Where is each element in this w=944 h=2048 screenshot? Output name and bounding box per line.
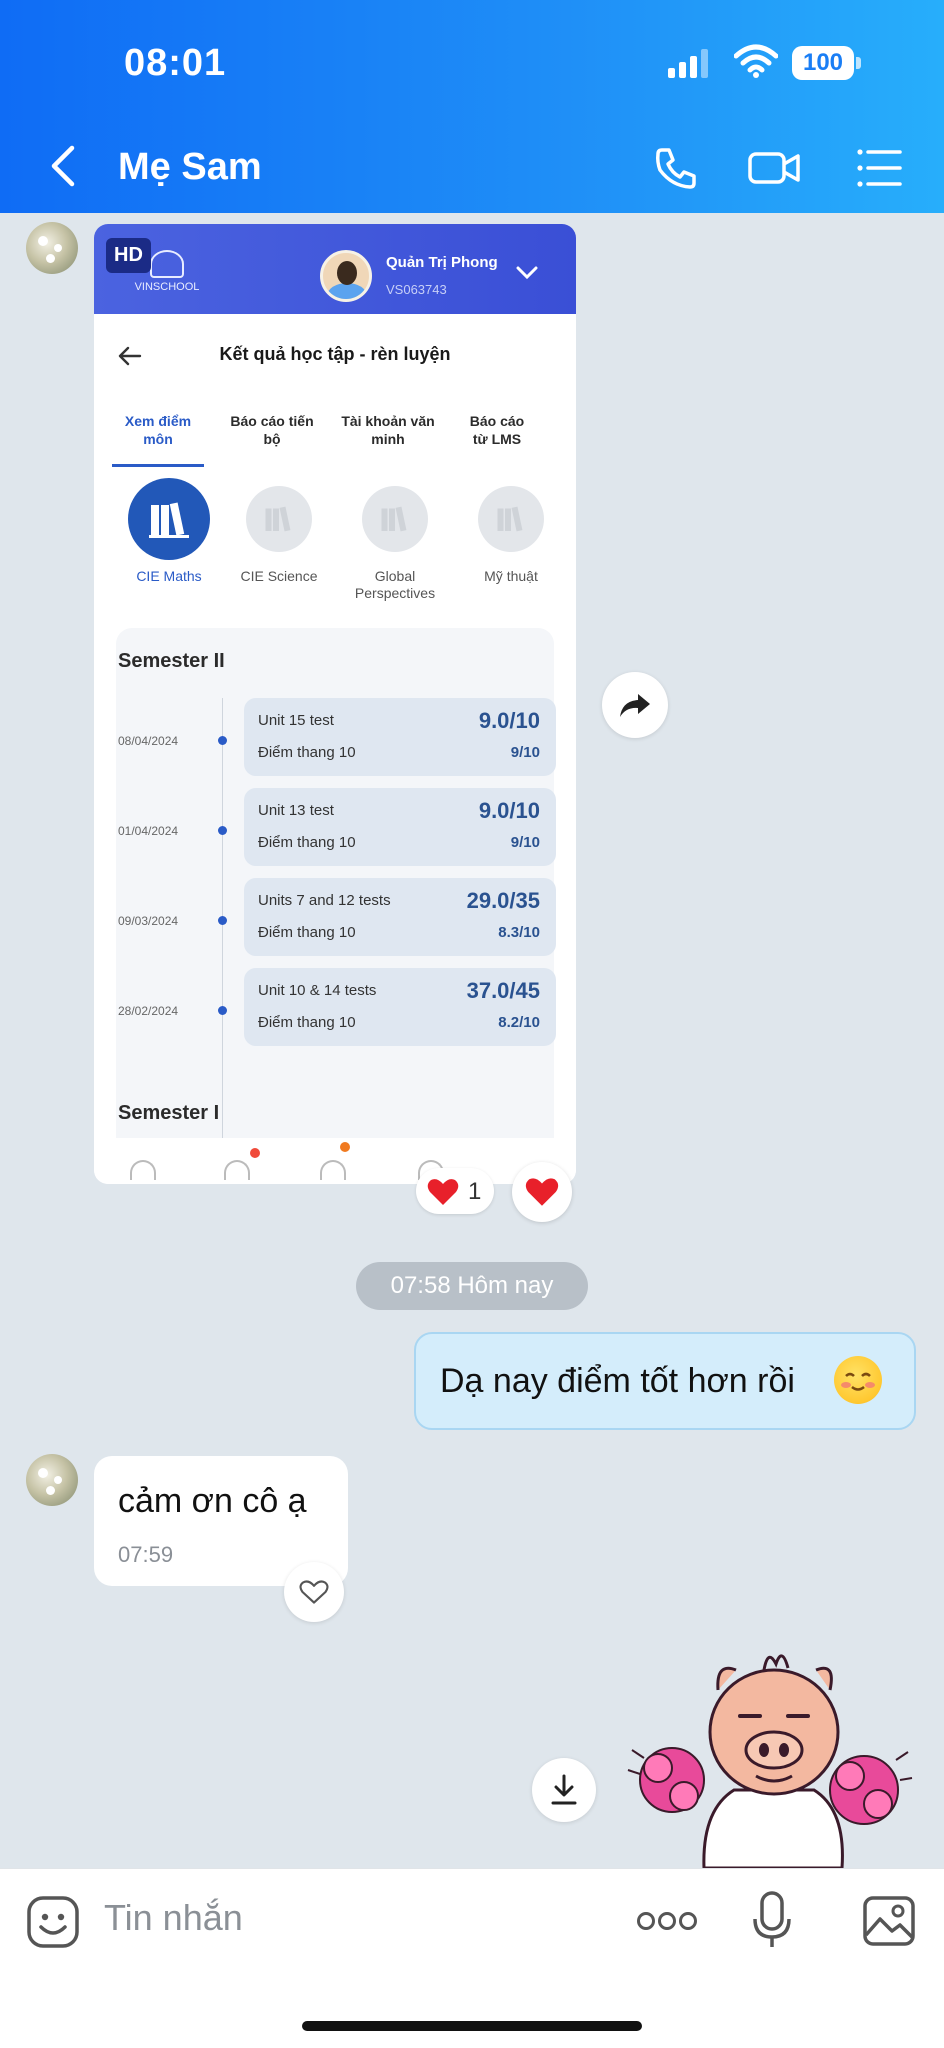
books-icon [362, 486, 428, 552]
student-name: Quản Trị Phong [386, 254, 498, 271]
chevron-down-icon [516, 266, 538, 280]
tab-xem-diem-mon: Xem điểm môn [124, 413, 192, 447]
semester-2-heading: Semester II [118, 650, 225, 672]
result-card: Unit 15 test 9.0/10 Điểm thang 10 9/10 [244, 698, 556, 776]
image-gallery-icon[interactable] [862, 1895, 916, 1947]
status-time: 08:01 [124, 42, 227, 84]
back-icon[interactable] [44, 140, 84, 192]
chat-icon [320, 1160, 346, 1180]
pig-cheerleader-sticker[interactable] [624, 1640, 914, 1868]
subject-global-perspectives: Global Perspectives [340, 486, 450, 602]
result-card: Units 7 and 12 tests 29.0/35 Điểm thang … [244, 878, 556, 956]
tab-bao-cao-tien-bo: Báo cáo tiến bộ [230, 413, 314, 447]
more-icon[interactable] [636, 1909, 698, 1933]
message-time: 07:59 [118, 1542, 174, 1567]
result-date: 09/03/2024 [118, 914, 179, 928]
result-card: Unit 13 test 9.0/10 Điểm thang 10 9/10 [244, 788, 556, 866]
sticker-smile-icon[interactable] [26, 1895, 80, 1949]
contact-avatar[interactable] [26, 222, 78, 274]
wifi-icon [734, 44, 778, 78]
message-composer: Tin nhắn [0, 1868, 944, 2048]
heart-icon [427, 1179, 459, 1205]
heart-icon [525, 1178, 559, 1206]
image-message[interactable]: VINSCHOOL HD Quản Trị Phong VS063743 Kết… [94, 224, 576, 1184]
semester-1-heading: Semester I [118, 1102, 220, 1124]
result-date: 08/04/2024 [118, 734, 179, 748]
hd-badge: HD [106, 238, 151, 273]
books-icon [246, 486, 312, 552]
download-icon [551, 1774, 577, 1805]
time-divider: 07:58 Hôm nay [356, 1262, 588, 1310]
screenshot-bottom-nav [94, 1138, 576, 1184]
chat-title[interactable]: Mẹ Sam [118, 146, 262, 189]
books-icon [478, 486, 544, 552]
screenshot-tabs: Xem điểm môn Báo cáo tiến bộ Tài khoản v… [94, 412, 576, 466]
microphone-icon[interactable] [752, 1891, 792, 1951]
calendar-icon [224, 1160, 250, 1180]
video-icon[interactable] [746, 140, 802, 196]
download-button[interactable] [532, 1758, 596, 1822]
signal-icon [668, 49, 708, 78]
share-forward-icon [620, 694, 650, 717]
books-icon [128, 478, 210, 560]
chat-header: 08:01 100 Mẹ Sam [0, 0, 944, 213]
incoming-message-text: cảm ơn cô ạ [118, 1482, 307, 1520]
phone-icon[interactable] [648, 140, 704, 196]
home-icon [130, 1160, 156, 1180]
reaction-summary[interactable]: 1 [416, 1168, 494, 1214]
message-input[interactable]: Tin nhắn [104, 1897, 243, 1939]
result-date: 01/04/2024 [118, 824, 179, 838]
subject-my-thuat: Mỹ thuật [456, 486, 566, 585]
outgoing-message-text: Dạ nay điểm tốt hơn rồi [440, 1362, 795, 1400]
screenshot-header: VINSCHOOL HD Quản Trị Phong VS063743 [94, 224, 576, 314]
share-forward-button[interactable] [602, 672, 668, 738]
timeline-dot [218, 736, 227, 745]
timeline-line [222, 698, 223, 1184]
contact-avatar[interactable] [26, 1454, 78, 1506]
battery-level: 100 [792, 46, 854, 80]
reaction-count: 1 [468, 1178, 482, 1205]
result-card: Unit 10 & 14 tests 37.0/45 Điểm thang 10… [244, 968, 556, 1046]
screenshot-page-title: Kết quả học tập - rèn luyện [219, 344, 451, 364]
react-button[interactable] [284, 1562, 344, 1622]
subject-cie-science: CIE Science [224, 486, 334, 585]
result-date: 28/02/2024 [118, 1004, 179, 1018]
menu-list-icon[interactable] [852, 140, 908, 196]
subject-cie-maths: CIE Maths [114, 478, 224, 585]
react-button[interactable] [512, 1162, 572, 1222]
home-indicator [302, 2021, 642, 2031]
tab-tai-khoan-van-minh: Tài khoản văn minh [341, 413, 435, 447]
arrow-left-icon [118, 346, 142, 366]
active-tab-indicator [112, 464, 204, 467]
timeline-dot [218, 1006, 227, 1015]
battery-indicator: 100 [792, 46, 862, 80]
timeline-dot [218, 916, 227, 925]
timeline-dot [218, 826, 227, 835]
student-avatar [320, 250, 372, 302]
heart-outline-icon [299, 1580, 329, 1604]
outgoing-message[interactable]: Dạ nay điểm tốt hơn rồi [414, 1332, 916, 1430]
tab-bao-cao-lms: Báo cáo từ LMS [469, 413, 525, 447]
student-id: VS063743 [386, 282, 447, 297]
blushing-smile-emoji-icon [834, 1356, 882, 1404]
